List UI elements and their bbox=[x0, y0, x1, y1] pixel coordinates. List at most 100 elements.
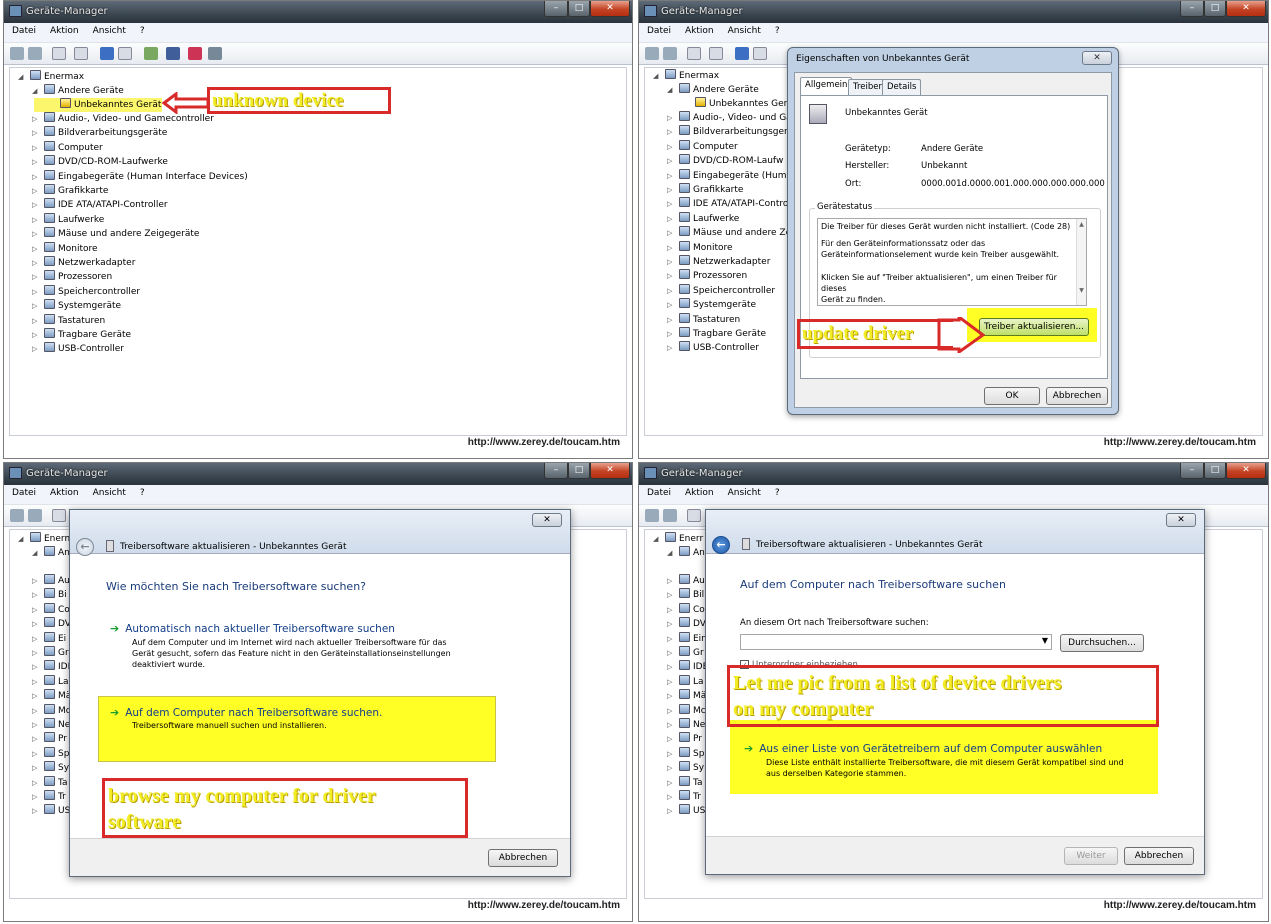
tree-category-item[interactable]: ▷ Speichercontroller bbox=[667, 283, 775, 298]
tree-other-devices[interactable]: ◢ Andere Geräte bbox=[32, 84, 124, 98]
tree-category-item[interactable]: ▷ IDE bbox=[667, 660, 708, 674]
tree-category-item[interactable]: ▷ Monitore bbox=[32, 241, 98, 256]
cancel-button[interactable]: Abbrechen bbox=[1046, 387, 1108, 405]
menu-ansicht[interactable]: Ansicht bbox=[85, 23, 132, 36]
uninstall-icon[interactable] bbox=[188, 47, 202, 60]
menu-datei[interactable]: Datei bbox=[639, 23, 677, 36]
tree-unknown-device[interactable]: Unbekanntes Gerät bbox=[695, 97, 796, 111]
title-bar[interactable]: Geräte-Manager – □ ✕ bbox=[639, 463, 1268, 485]
tree-category-item[interactable]: ▷ Laufwerke bbox=[667, 211, 739, 226]
tree-category-item[interactable]: ▷ Ne bbox=[667, 718, 705, 732]
maximize-button[interactable]: □ bbox=[568, 1, 590, 17]
tree-category-item[interactable]: ▷ Grafikkarte bbox=[32, 184, 108, 198]
tree-category-item[interactable]: ▷ Co bbox=[667, 602, 705, 617]
tree-category-item[interactable]: ▷ Mo bbox=[32, 703, 71, 718]
tree-category-item[interactable]: ▷ DV bbox=[32, 617, 71, 631]
title-bar[interactable]: Geräte-Manager – □ ✕ bbox=[4, 1, 632, 23]
menu-aktion[interactable]: Aktion bbox=[42, 23, 85, 36]
tree-category-item[interactable]: ▷ Tr bbox=[667, 790, 701, 804]
title-bar[interactable]: Geräte-Manager – □ ✕ bbox=[639, 1, 1268, 23]
tree-other-devices[interactable]: ◢ Andere Geräte bbox=[667, 83, 759, 97]
tree-category-item[interactable]: ▷ Ta bbox=[32, 775, 68, 790]
tree-unknown-device[interactable]: Unbekanntes Gerät bbox=[34, 98, 162, 112]
menu-datei[interactable]: Datei bbox=[4, 485, 42, 498]
tree-category-item[interactable]: ▷ Grafikkarte bbox=[667, 183, 743, 197]
help-icon[interactable] bbox=[735, 47, 749, 60]
tree-category-item[interactable]: ▷ US bbox=[32, 804, 70, 818]
browse-computer-option[interactable]: ➔ Auf dem Computer nach Treibersoftware s… bbox=[110, 706, 490, 730]
properties-icon[interactable] bbox=[52, 509, 66, 522]
tree-category-item[interactable]: ▷ Bildverarbeitungsgeräte bbox=[32, 126, 167, 140]
menu-datei[interactable]: Datei bbox=[639, 485, 677, 498]
tree-root[interactable]: ◢ Enerr bbox=[653, 532, 703, 546]
properties-icon[interactable] bbox=[687, 509, 701, 522]
tree-category-item[interactable]: ▷ Mc bbox=[667, 703, 706, 718]
tree-category-item[interactable]: ▷ Pr bbox=[32, 732, 67, 746]
cancel-button[interactable]: Abbrechen bbox=[488, 849, 558, 867]
tree-category-item[interactable]: ▷ Speichercontroller bbox=[32, 284, 140, 299]
tree-other-devices[interactable]: ◢ An bbox=[667, 546, 705, 560]
tree-category-item[interactable]: ▷ Tragbare Geräte bbox=[32, 328, 131, 342]
tree-category-item[interactable]: ▷ US bbox=[667, 804, 705, 818]
tree-other-devices[interactable]: ◢ An bbox=[32, 546, 70, 560]
close-button[interactable]: ✕ bbox=[1226, 1, 1266, 17]
tree-category-item[interactable]: ▷ Bildverarbeitungsgerät bbox=[667, 125, 797, 139]
tree-category-item[interactable]: ▷ Bil bbox=[667, 588, 704, 602]
tree-category-item[interactable]: ▷ Mä bbox=[32, 689, 71, 703]
tree-category-item[interactable]: ▷ Eingabegeräte (Human Interface Devices) bbox=[32, 169, 248, 184]
scan-icon[interactable] bbox=[144, 47, 158, 60]
title-bar[interactable]: Geräte-Manager – □ ✕ bbox=[4, 463, 632, 485]
help-icon[interactable] bbox=[100, 47, 114, 60]
tree-category-item[interactable]: ▷ Co bbox=[32, 602, 70, 617]
menu-aktion[interactable]: Aktion bbox=[677, 23, 720, 36]
close-button[interactable]: ✕ bbox=[590, 1, 630, 17]
tree-category-item[interactable]: ▷ IDE ATA/ATAPI-Controller bbox=[32, 198, 168, 212]
back-arrow-icon[interactable]: ← bbox=[76, 538, 94, 556]
tree-category-item[interactable]: ▷ Mäuse und andere Ze bbox=[667, 226, 791, 240]
tree-category-item[interactable]: ▷ DV bbox=[667, 617, 706, 631]
forward-icon[interactable] bbox=[663, 509, 677, 522]
tree-category-item[interactable]: ▷ USB-Controller bbox=[667, 341, 759, 355]
tree-category-item[interactable]: ▷ Audio-, Video- und Gamecontroller bbox=[32, 112, 214, 126]
tab-details[interactable]: Details bbox=[882, 79, 922, 96]
tree-category-item[interactable]: ▷ USB-Controller bbox=[32, 342, 124, 356]
tree-category-item[interactable]: ▷ Sy bbox=[667, 761, 704, 775]
tree-category-item[interactable]: ▷ Gr bbox=[32, 646, 69, 660]
tree-category-item[interactable]: ▷ Sy bbox=[32, 761, 69, 775]
tree-category-item[interactable]: ▷ Eingabegeräte (Hum bbox=[667, 168, 787, 183]
menu-aktion[interactable]: Aktion bbox=[42, 485, 85, 498]
forward-icon[interactable] bbox=[663, 47, 677, 60]
menu-help[interactable]: ? bbox=[132, 23, 151, 36]
tree-category-item[interactable]: ▷ Prozessoren bbox=[667, 269, 747, 283]
menu-help[interactable]: ? bbox=[132, 485, 151, 498]
minimize-button[interactable]: – bbox=[544, 463, 568, 479]
tree-category-item[interactable]: ▷ La bbox=[667, 674, 704, 689]
forward-icon[interactable] bbox=[28, 509, 42, 522]
tree-category-item[interactable]: ▷ Ei bbox=[32, 631, 66, 646]
tree-category-item[interactable]: ▷ Mäuse und andere Zeigegeräte bbox=[32, 227, 199, 241]
tree-category-item[interactable]: ▷ Audio-, Video- und Gam bbox=[667, 111, 800, 125]
tree-category-item[interactable]: ▷ Systemgeräte bbox=[32, 299, 121, 313]
back-icon[interactable] bbox=[645, 509, 659, 522]
view-icon[interactable] bbox=[753, 47, 767, 60]
tree-category-item[interactable]: ▷ Bi bbox=[32, 588, 67, 602]
tab-allgemein[interactable]: Allgemein bbox=[800, 77, 853, 96]
ok-button[interactable]: OK bbox=[984, 387, 1040, 405]
tree-category-item[interactable]: ▷ Netzwerkadapter bbox=[667, 255, 770, 269]
tree-category-item[interactable]: ▷ Au bbox=[32, 574, 70, 588]
menu-ansicht[interactable]: Ansicht bbox=[720, 23, 767, 36]
back-icon[interactable] bbox=[10, 47, 24, 60]
tree-category-item[interactable]: ▷ Monitore bbox=[667, 240, 733, 255]
back-icon[interactable] bbox=[645, 47, 659, 60]
menu-ansicht[interactable]: Ansicht bbox=[85, 485, 132, 498]
tree-root[interactable]: ◢ Enermax bbox=[18, 70, 84, 84]
minimize-button[interactable]: – bbox=[544, 1, 568, 17]
tree-category-item[interactable]: ▷ Ta bbox=[667, 775, 703, 790]
back-icon[interactable] bbox=[10, 509, 24, 522]
tree-category-item[interactable]: ▷ Laufwerke bbox=[32, 212, 104, 227]
tree-category-item[interactable]: ▷ Mä bbox=[667, 689, 706, 703]
tree-category-item[interactable]: ▷ Systemgeräte bbox=[667, 298, 756, 312]
tree-category-item[interactable]: ▷ Sp bbox=[667, 746, 704, 761]
maximize-button[interactable]: □ bbox=[1204, 1, 1226, 17]
tree-category-item[interactable]: ▷ DVD/CD-ROM-Laufwerke bbox=[32, 155, 168, 169]
